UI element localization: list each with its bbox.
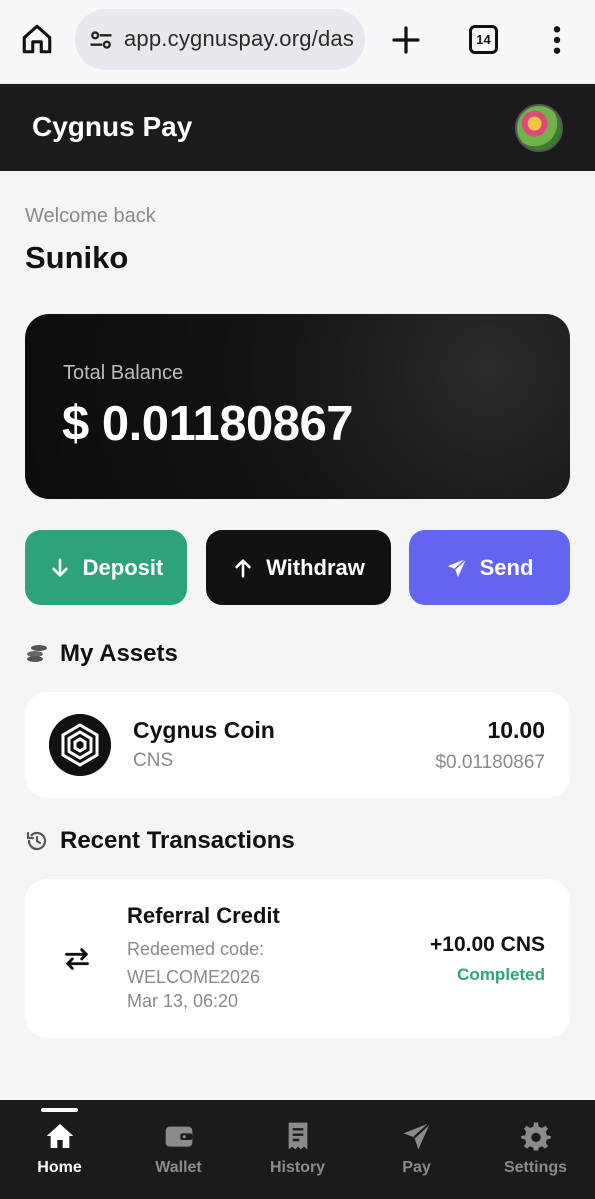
url-text: app.cygnuspay.org/das	[124, 26, 355, 51]
withdraw-button[interactable]: Withdraw	[206, 530, 391, 605]
balance-value: $ 0.01180867	[62, 397, 354, 451]
swap-icon	[65, 948, 89, 970]
paper-plane-icon	[403, 1121, 431, 1150]
asset-usd-value: $0.01180867	[435, 752, 545, 773]
nav-history[interactable]: History	[238, 1100, 357, 1199]
more-vert-icon[interactable]	[546, 24, 568, 56]
status-badge: Completed	[457, 965, 545, 984]
assets-heading: My Assets	[25, 640, 178, 668]
asset-item[interactable]: Cygnus Coin CNS 10.00 $0.01180867	[25, 692, 570, 798]
plus-icon[interactable]	[390, 24, 422, 56]
nav-pay[interactable]: Pay	[357, 1100, 476, 1199]
asset-symbol: CNS	[133, 750, 174, 771]
user-name: Suniko	[25, 240, 129, 275]
nav-label: Pay	[402, 1159, 431, 1176]
asset-name: Cygnus Coin	[133, 717, 275, 743]
nav-settings[interactable]: Settings	[476, 1100, 595, 1199]
tabs-icon[interactable]: 14	[469, 25, 498, 54]
avatar[interactable]	[515, 104, 563, 152]
wallet-icon	[165, 1126, 192, 1147]
gear-icon	[520, 1122, 551, 1151]
deposit-label: Deposit	[82, 554, 164, 580]
send-button[interactable]: Send	[409, 530, 570, 605]
nav-label: History	[269, 1159, 326, 1176]
transaction-item[interactable]: Referral Credit Redeemed code: WELCOME20…	[25, 879, 570, 1038]
site-settings-icon[interactable]	[87, 26, 115, 54]
nav-label: Wallet	[155, 1159, 202, 1176]
transaction-amount: +10.00 CNS	[430, 933, 545, 956]
browser-toolbar: app.cygnuspay.org/das 14	[0, 0, 595, 84]
arrow-up-icon	[235, 558, 251, 578]
transactions-heading-text: Recent Transactions	[60, 827, 295, 854]
active-indicator	[41, 1108, 78, 1112]
withdraw-label: Withdraw	[266, 554, 365, 580]
cygnus-coin-logo	[49, 714, 111, 776]
nav-label: Settings	[503, 1159, 568, 1176]
transaction-title: Referral Credit	[127, 903, 280, 928]
home-icon	[46, 1124, 73, 1148]
history-icon	[26, 831, 47, 851]
app-title: Cygnus Pay	[32, 111, 193, 142]
arrow-down-icon	[51, 557, 68, 577]
app-header: Cygnus Pay	[0, 84, 595, 171]
address-bar[interactable]: app.cygnuspay.org/das	[75, 9, 365, 70]
deposit-button[interactable]: Deposit	[25, 530, 187, 605]
nav-label: Home	[37, 1159, 82, 1176]
bottom-nav: Home Wallet History Pay Settings	[0, 1100, 595, 1199]
home-icon[interactable]	[20, 22, 54, 56]
transaction-description: Redeemed code: WELCOME2026	[127, 939, 265, 987]
send-label: Send	[479, 554, 534, 580]
welcome-label: Welcome back	[25, 205, 156, 227]
nav-home[interactable]: Home	[0, 1100, 119, 1199]
receipt-icon	[288, 1122, 307, 1150]
assets-heading-text: My Assets	[60, 640, 178, 667]
asset-amount: 10.00	[487, 717, 545, 743]
nav-wallet[interactable]: Wallet	[119, 1100, 238, 1199]
balance-label: Total Balance	[63, 362, 184, 384]
transaction-date: Mar 13, 06:20	[127, 991, 239, 1011]
balance-card: Total Balance $ 0.01180867	[25, 314, 570, 499]
coins-icon	[27, 645, 47, 662]
tab-count: 14	[476, 32, 491, 47]
paper-plane-icon	[447, 557, 467, 577]
transactions-heading: Recent Transactions	[25, 827, 295, 855]
